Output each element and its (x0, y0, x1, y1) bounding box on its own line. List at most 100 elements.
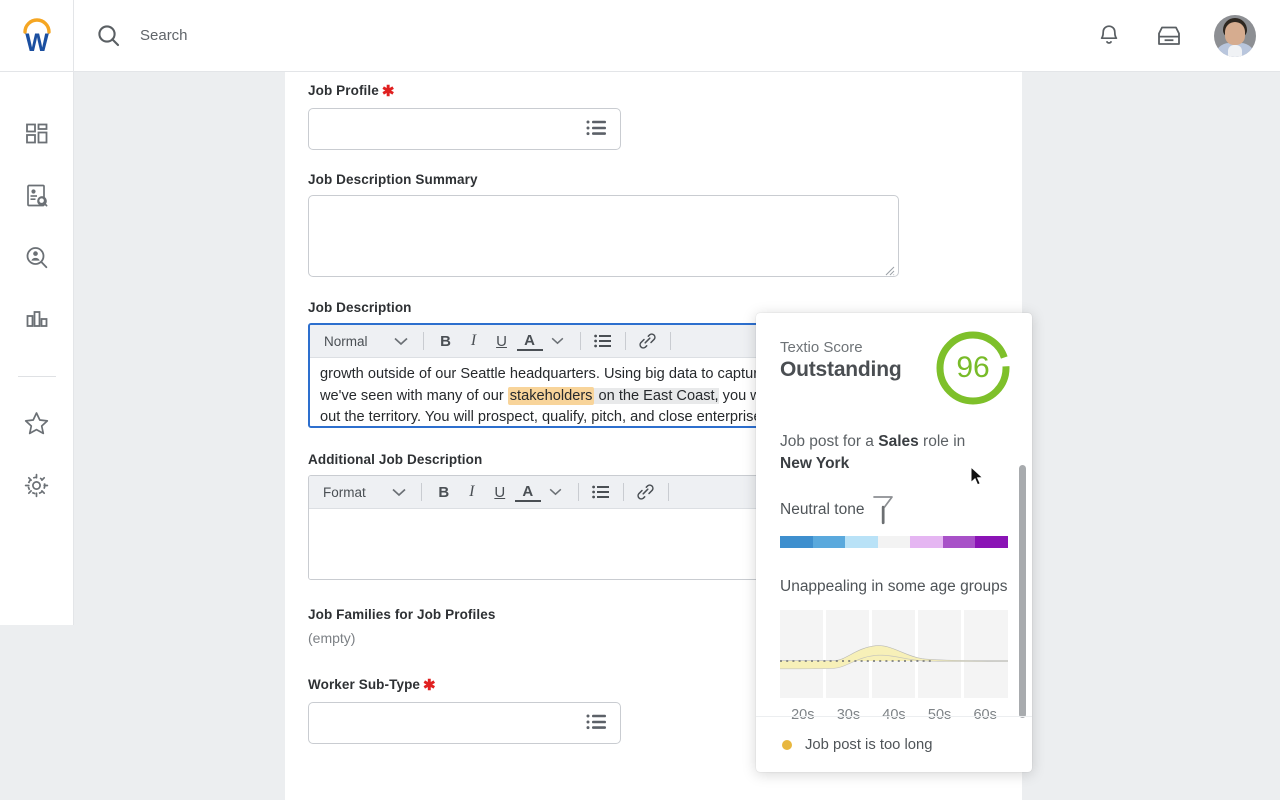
notifications-bell-icon[interactable] (1094, 21, 1124, 51)
avatar[interactable] (1214, 15, 1256, 57)
toolbar-separator-2 (580, 332, 581, 350)
bar-chart-icon[interactable] (17, 300, 57, 340)
app-root: W (0, 0, 1280, 800)
tone-segment-6 (943, 536, 976, 548)
job-profile-label: Job Profile✱ (308, 82, 1022, 100)
textio-score-label: Textio Score (780, 339, 901, 356)
textio-footer-text: Job post is too long (805, 737, 933, 753)
textio-age-title: Unappealing in some age groups (780, 578, 1008, 596)
rail-bottom-gray (0, 625, 74, 800)
role-name: Sales (878, 433, 919, 450)
bulleted-list-icon[interactable] (590, 328, 616, 354)
tone-segment-1 (780, 536, 813, 548)
required-asterisk: ✱ (382, 83, 395, 100)
age-group-chart (780, 610, 1008, 698)
workday-logo[interactable]: W (0, 0, 74, 72)
svg-text:W: W (25, 29, 49, 55)
highlighted-term[interactable]: stakeholders (508, 387, 595, 405)
prompt-list-icon[interactable] (586, 712, 608, 735)
age-band-50s (918, 610, 961, 698)
toolbar-separator (423, 332, 424, 350)
editor-text-gray: on the East Coast, (599, 388, 719, 404)
job-description-summary-label: Job Description Summary (308, 172, 1022, 187)
toolbar-separator-4 (670, 332, 671, 350)
bulleted-list-icon[interactable] (588, 479, 614, 505)
job-profile-label-text: Job Profile (308, 83, 379, 98)
textio-score-ring: 96 (934, 329, 1012, 407)
style-select[interactable]: Normal (318, 334, 414, 349)
toolbar-separator-2 (578, 483, 579, 501)
editor-line-text: growth outside of our Seattle headquarte… (320, 366, 758, 382)
textio-score-text: Textio Score Outstanding (780, 339, 901, 382)
warning-dot-icon (782, 740, 792, 750)
apps-grid-icon[interactable] (17, 114, 57, 154)
job-profile-input[interactable] (308, 108, 621, 150)
textio-score-verdict: Outstanding (780, 358, 901, 382)
toolbar-separator (421, 483, 422, 501)
tone-marker-icon (869, 493, 897, 525)
link-icon[interactable] (633, 479, 659, 505)
required-asterisk: ✱ (423, 677, 436, 694)
job-description-summary-textarea[interactable] (308, 195, 899, 277)
worker-sub-type-input[interactable] (308, 702, 621, 744)
style-select-value: Normal (324, 334, 368, 349)
textio-panel-scrollbar[interactable] (1019, 465, 1026, 718)
underline-button[interactable]: U (489, 328, 515, 354)
toolbar-separator-3 (625, 332, 626, 350)
resize-grip-icon[interactable] (885, 263, 895, 273)
editor-line-text-3: out the territory. You will prospect, qu… (320, 409, 762, 425)
underline-button[interactable]: U (487, 479, 513, 505)
inbox-tray-icon[interactable] (1154, 21, 1184, 51)
tone-segment-7 (975, 536, 1008, 548)
role-prefix: Job post for a (780, 433, 878, 450)
star-icon[interactable] (17, 403, 57, 443)
text-color-button[interactable]: A (517, 331, 543, 351)
toolbar-separator-4 (668, 483, 669, 501)
person-search-icon[interactable] (17, 238, 57, 278)
format-select-value: Format (323, 485, 366, 500)
left-gray-panel (74, 72, 285, 800)
tone-segment-5 (910, 536, 943, 548)
bold-button[interactable]: B (431, 479, 457, 505)
text-color-chevron-down-icon[interactable] (545, 328, 571, 354)
italic-button[interactable]: I (459, 479, 485, 505)
rail-divider (18, 376, 56, 377)
editor-text-gray-wrap: on the East Coast, (594, 388, 718, 404)
right-gray-area (1022, 72, 1280, 800)
app-header: W (0, 0, 1280, 72)
textio-score-number: 96 (934, 329, 1012, 407)
gear-icon[interactable] (17, 465, 57, 505)
avatar-face (1225, 22, 1245, 45)
chevron-down-icon (394, 334, 408, 349)
age-band-60s (964, 610, 1008, 698)
avatar-collar (1228, 45, 1242, 57)
textio-panel-inner: Textio Score Outstanding 96 Job post for… (756, 313, 1032, 723)
search-input[interactable] (140, 27, 560, 44)
role-location: New York (780, 455, 849, 472)
textio-score-row: Textio Score Outstanding 96 (780, 339, 1008, 407)
text-color-chevron-down-icon[interactable] (543, 479, 569, 505)
toolbar-separator-3 (623, 483, 624, 501)
worker-sub-type-label-text: Worker Sub-Type (308, 677, 420, 692)
age-band-20s (780, 610, 823, 698)
textio-panel: Textio Score Outstanding 96 Job post for… (756, 313, 1032, 772)
search-icon (96, 23, 122, 49)
chevron-down-icon (392, 485, 406, 500)
prompt-list-icon[interactable] (586, 118, 608, 141)
editor-text-pre: we've seen with many of our (320, 388, 508, 404)
textio-footer[interactable]: Job post is too long (756, 716, 1032, 772)
tone-gradient-bar[interactable] (780, 536, 1008, 548)
role-mid: role in (919, 433, 966, 450)
link-icon[interactable] (635, 328, 661, 354)
header-actions (1094, 15, 1280, 57)
format-select[interactable]: Format (317, 485, 412, 500)
mouse-cursor (970, 466, 986, 488)
field-job-profile: Job Profile✱ (308, 82, 1022, 150)
tone-segment-3 (845, 536, 878, 548)
italic-button[interactable]: I (461, 328, 487, 354)
bold-button[interactable]: B (433, 328, 459, 354)
text-color-button[interactable]: A (515, 482, 541, 502)
profile-card-search-icon[interactable] (17, 176, 57, 216)
search-bar[interactable] (74, 23, 1094, 49)
tone-segment-4 (878, 536, 911, 548)
